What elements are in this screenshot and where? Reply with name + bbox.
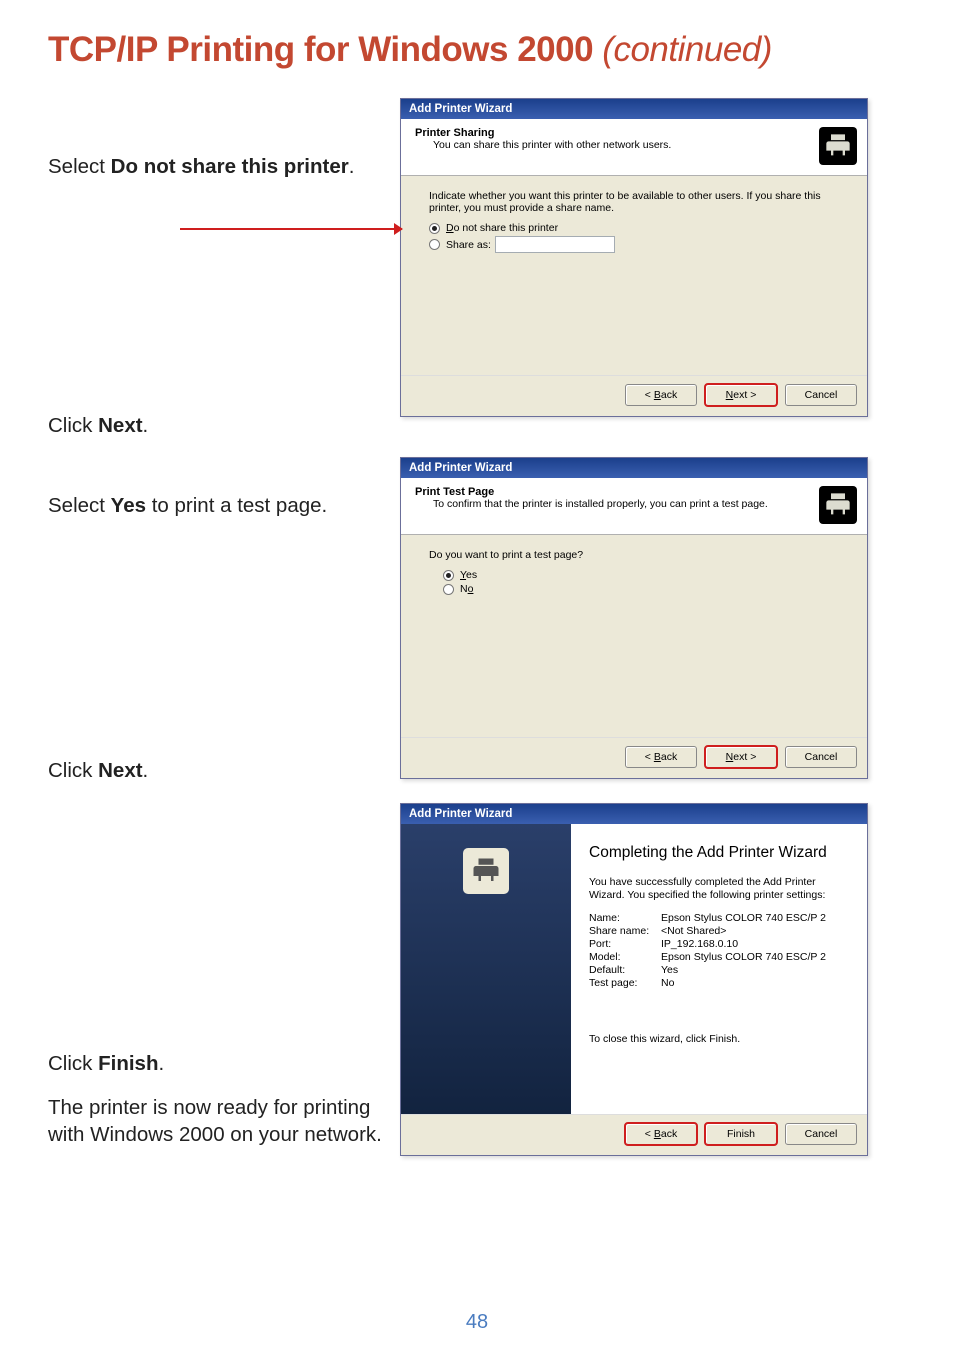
page-title-main: TCP/IP Printing for Windows 2000	[48, 30, 602, 69]
close-hint: To close this wizard, click Finish.	[589, 1033, 849, 1045]
printer-icon	[819, 486, 857, 524]
summary-row-name: Name:Epson Stylus COLOR 740 ESC/P 2	[589, 912, 849, 924]
instruction-click-next-1: Click Next.	[48, 413, 386, 440]
instruction-select-no-share: Select Do not share this printer.	[48, 154, 386, 181]
next-button[interactable]: Next >	[705, 384, 777, 406]
dialog-printer-sharing: Add Printer Wizard Printer Sharing You c…	[400, 98, 868, 417]
instruction-click-finish: Click Finish.	[48, 1051, 386, 1078]
cancel-button[interactable]: Cancel	[785, 1123, 857, 1145]
wizard-side-graphic	[401, 824, 571, 1114]
dialog-title: Add Printer Wizard	[401, 458, 867, 478]
share-name-input[interactable]	[495, 236, 615, 253]
radio-do-not-share[interactable]: Do not share this printer	[429, 222, 839, 234]
dialog-header-sub: You can share this printer with other ne…	[415, 139, 813, 151]
cancel-button[interactable]: Cancel	[785, 384, 857, 406]
back-button[interactable]: < Back	[625, 384, 697, 406]
printer-icon	[819, 127, 857, 165]
instruction-select-yes: Select Yes to print a test page.	[48, 493, 386, 520]
next-button[interactable]: Next >	[705, 746, 777, 768]
dialog-completing-wizard: Add Printer Wizard Completing the Add Pr…	[400, 803, 868, 1156]
summary-row-default: Default:Yes	[589, 964, 849, 976]
dialog-title: Add Printer Wizard	[401, 804, 867, 824]
dialog-print-test-page: Add Printer Wizard Print Test Page To co…	[400, 457, 868, 779]
summary-row-model: Model:Epson Stylus COLOR 740 ESC/P 2	[589, 951, 849, 963]
summary-row-port: Port:IP_192.168.0.10	[589, 938, 849, 950]
completing-sub: You have successfully completed the Add …	[589, 876, 849, 902]
radio-share-as[interactable]: Share as:	[429, 236, 839, 253]
dialog-title: Add Printer Wizard	[401, 99, 867, 119]
dialog-body-intro: Indicate whether you want this printer t…	[429, 190, 839, 214]
back-button[interactable]: < Back	[625, 746, 697, 768]
dialog-header-sub: To confirm that the printer is installed…	[415, 498, 813, 510]
printer-icon	[463, 848, 509, 894]
arrow-indicator	[180, 228, 402, 230]
summary-row-testpage: Test page:No	[589, 977, 849, 989]
radio-label: o not share this printer	[454, 222, 558, 234]
radio-icon	[443, 570, 454, 581]
radio-icon	[429, 223, 440, 234]
cancel-button[interactable]: Cancel	[785, 746, 857, 768]
page-number: 48	[0, 1311, 954, 1334]
radio-label: Share as:	[446, 239, 491, 251]
instruction-ready: The printer is now ready for printing wi…	[48, 1095, 386, 1148]
radio-icon	[443, 584, 454, 595]
radio-no[interactable]: No	[443, 583, 839, 595]
radio-yes[interactable]: Yes	[443, 569, 839, 581]
page-title: TCP/IP Printing for Windows 2000 (contin…	[48, 30, 906, 70]
dialog-header-main: Print Test Page	[415, 486, 813, 498]
back-button[interactable]: < Back	[625, 1123, 697, 1145]
finish-button[interactable]: Finish	[705, 1123, 777, 1145]
page-title-continued: (continued)	[602, 30, 772, 69]
completing-heading: Completing the Add Printer Wizard	[589, 844, 849, 862]
dialog-header-main: Printer Sharing	[415, 127, 813, 139]
summary-row-share: Share name:<Not Shared>	[589, 925, 849, 937]
dialog-question: Do you want to print a test page?	[429, 549, 839, 561]
instruction-click-next-2: Click Next.	[48, 758, 386, 785]
radio-icon	[429, 239, 440, 250]
